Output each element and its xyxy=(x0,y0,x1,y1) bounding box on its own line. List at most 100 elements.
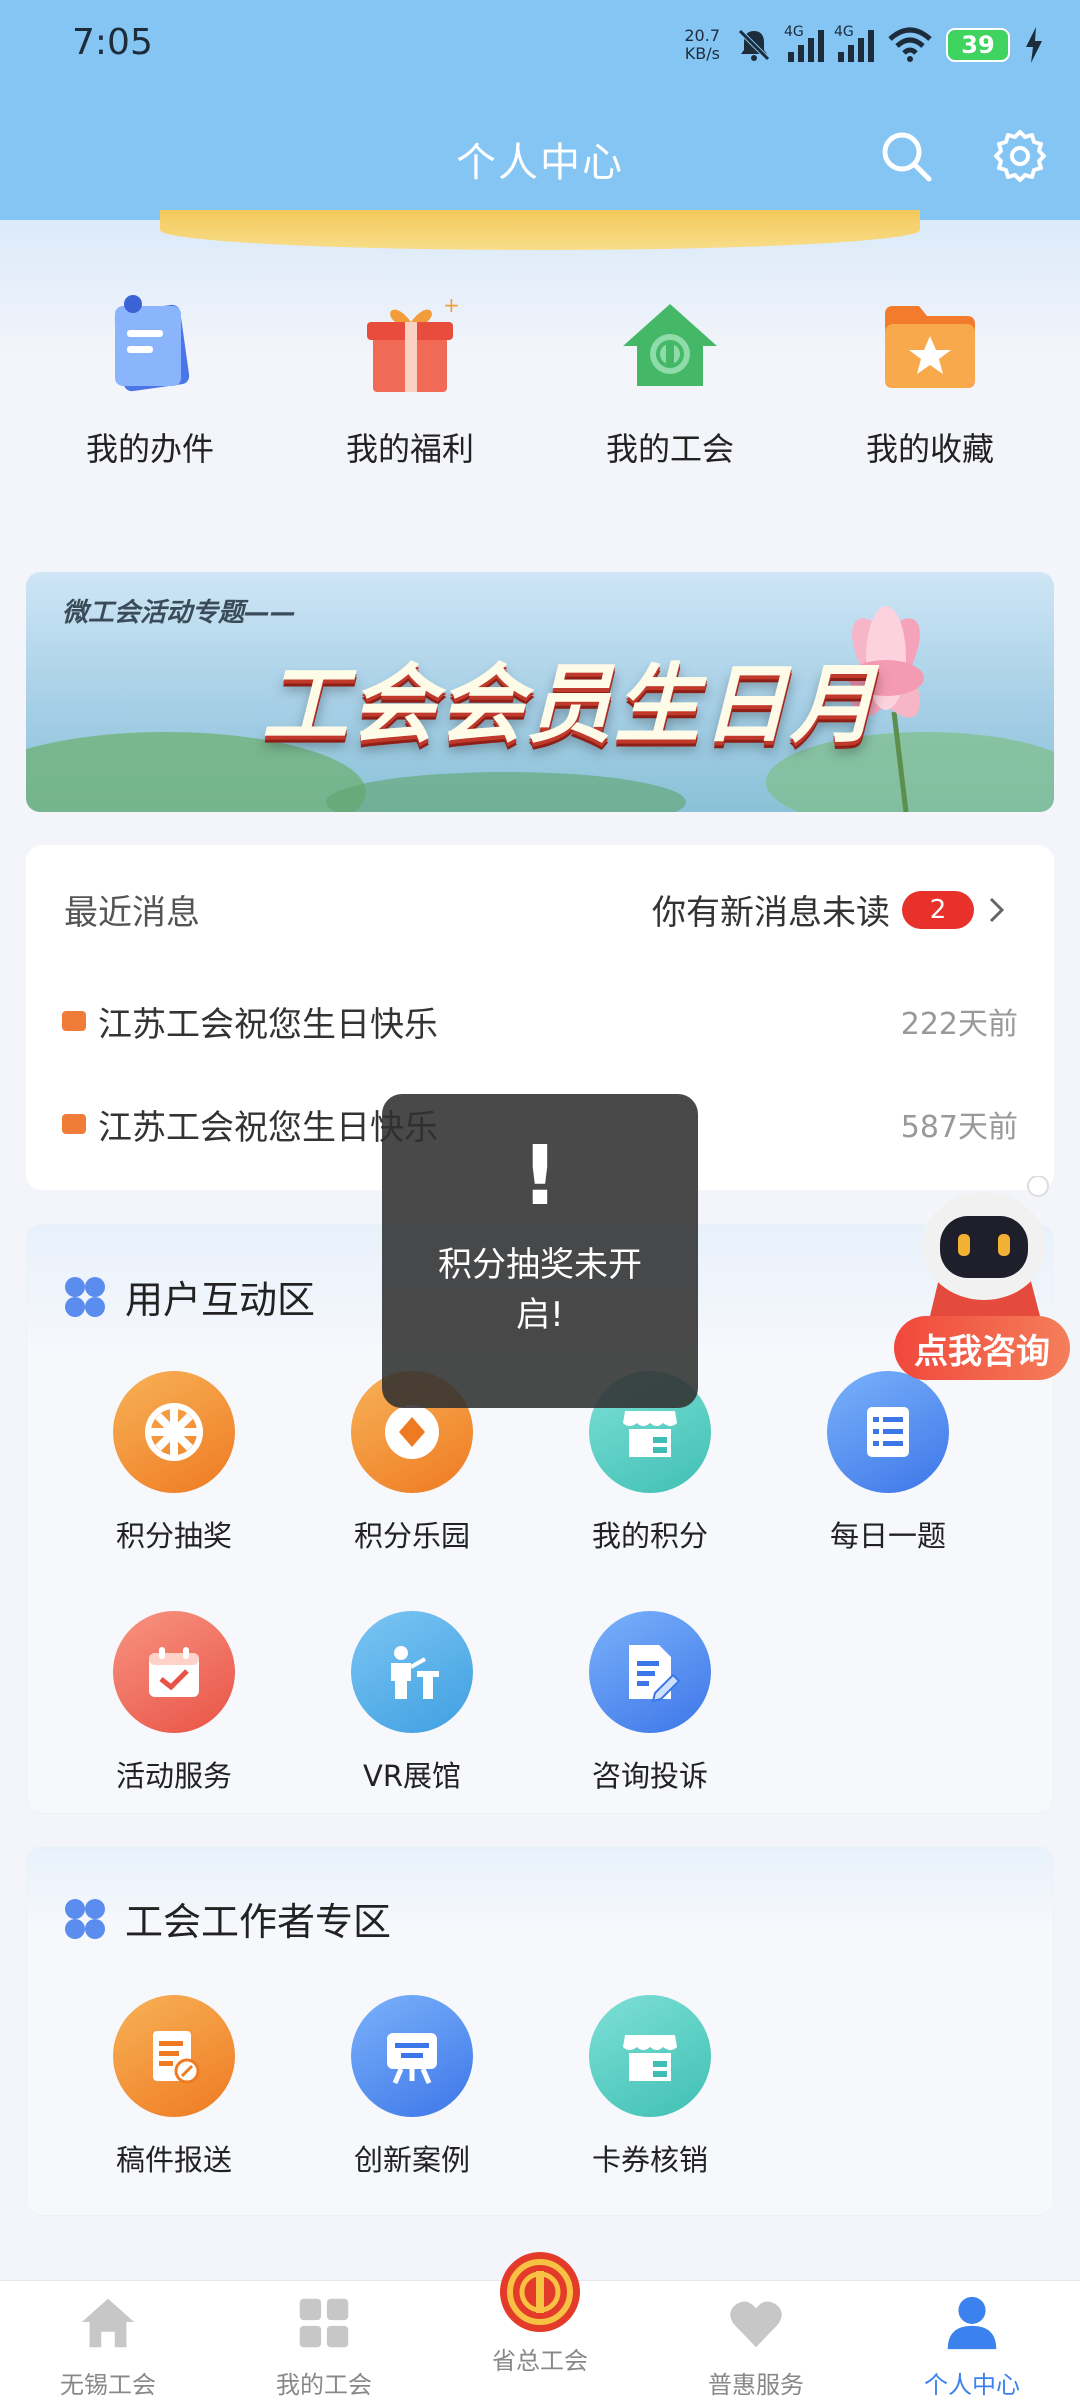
grid-item-label: 积分抽奖 xyxy=(115,1519,232,1553)
net-speed-unit: KB/s xyxy=(684,44,720,63)
unread-messages-link[interactable]: 你有新消息未读 2 xyxy=(652,885,1008,934)
nav-item-benefit-service[interactable]: 普惠服务 xyxy=(648,2281,864,2400)
grid-item-label: 活动服务 xyxy=(115,1759,232,1793)
banner-title: 工会会员生日月 xyxy=(262,655,878,755)
case-board-icon xyxy=(351,1995,473,2117)
nav-label: 我的工会 xyxy=(276,2371,372,2399)
bottom-nav: 无锡工会 我的工会 省总工会 普惠服务 个人中心 xyxy=(0,2252,1080,2400)
signal-icon-2: 4G xyxy=(834,24,874,62)
person-icon xyxy=(947,2296,997,2350)
grid-item-label: 卡券核销 xyxy=(591,2143,708,2177)
signal-icon-1: 4G xyxy=(784,24,824,62)
quick-item-label: 我的办件 xyxy=(85,430,214,468)
union-worker-grid: 稿件报送 创新案例 卡券核销 xyxy=(27,1995,1055,2179)
union-emblem-icon xyxy=(500,2252,580,2332)
calendar-check-icon xyxy=(113,1611,235,1733)
wheel-icon xyxy=(113,1371,235,1493)
message-time: 222天前 xyxy=(900,1007,1018,1042)
grid-item-label: VR展馆 xyxy=(363,1759,461,1793)
search-icon[interactable] xyxy=(878,128,934,184)
nav-item-wuxi-union[interactable]: 无锡工会 xyxy=(0,2281,216,2400)
message-item[interactable]: 江苏工会祝您生日快乐 222天前 xyxy=(62,991,1018,1051)
innovation-case-button[interactable]: 创新案例 xyxy=(293,1995,531,2179)
activity-service-button[interactable]: 活动服务 xyxy=(55,1611,293,1795)
quick-item-my-union[interactable]: 我的工会 xyxy=(550,290,790,470)
message-icon xyxy=(62,1011,86,1031)
quick-item-label: 我的工会 xyxy=(605,430,734,468)
messages-heading: 最近消息 xyxy=(64,893,200,933)
home-icon xyxy=(81,2298,135,2348)
message-title: 江苏工会祝您生日快乐 xyxy=(98,1004,438,1045)
network-type-2: 4G xyxy=(834,24,854,40)
unread-text: 你有新消息未读 xyxy=(652,893,890,933)
daily-question-button[interactable]: 每日一题 xyxy=(769,1371,1007,1555)
quick-item-my-welfare[interactable]: + 我的福利 xyxy=(290,290,530,470)
grid-item-label: 稿件报送 xyxy=(115,2143,232,2177)
consult-complaint-button[interactable]: 咨询投诉 xyxy=(531,1611,769,1795)
net-speed-value: 20.7 xyxy=(684,26,720,45)
exhibit-icon xyxy=(351,1611,473,1733)
network-speed: 20.7 KB/s xyxy=(684,27,720,63)
shop-icon xyxy=(589,1995,711,2117)
points-lottery-button[interactable]: 积分抽奖 xyxy=(55,1371,293,1555)
mute-bell-icon xyxy=(738,29,770,61)
grid-icon xyxy=(299,2298,349,2348)
gear-icon[interactable] xyxy=(992,128,1048,184)
svg-text:+: + xyxy=(443,293,460,317)
nav-item-personal-center[interactable]: 个人中心 xyxy=(864,2281,1080,2400)
heart-icon xyxy=(730,2301,782,2348)
grid-item-label: 我的积分 xyxy=(591,1519,708,1553)
nav-item-my-union[interactable]: 我的工会 xyxy=(216,2281,432,2400)
status-icons: 20.7 KB/s 4G 4G 39 xyxy=(684,20,1044,70)
nav-label: 普惠服务 xyxy=(708,2371,804,2399)
vr-exhibition-button[interactable]: VR展馆 xyxy=(293,1611,531,1795)
unread-count-badge: 2 xyxy=(902,890,974,929)
consult-bot-button[interactable]: 点我咨询 xyxy=(894,1176,1074,1396)
clover-icon xyxy=(65,1276,105,1317)
edit-document-icon xyxy=(589,1611,711,1733)
gift-icon: + xyxy=(367,293,460,392)
coupon-redeem-button[interactable]: 卡券核销 xyxy=(531,1995,769,2179)
battery-indicator: 39 xyxy=(946,28,1010,62)
section-title-text: 工会工作者专区 xyxy=(125,1900,392,1944)
network-type-1: 4G xyxy=(784,24,804,40)
wifi-icon xyxy=(888,27,932,62)
quick-item-label: 我的福利 xyxy=(345,430,474,468)
document-icon xyxy=(114,295,190,392)
chevron-right-icon xyxy=(989,897,1005,922)
header: 7:05 20.7 KB/s 4G 4G 39 个人中心 xyxy=(0,0,1080,220)
nav-label: 省总工会 xyxy=(492,2347,588,2375)
user-interaction-grid: 积分抽奖 积分乐园 我的积分 每日一题 活动服务 VR展馆 咨询投诉 xyxy=(27,1371,1055,1795)
message-icon xyxy=(62,1114,86,1134)
charging-icon xyxy=(1026,27,1042,63)
grid-item-label: 创新案例 xyxy=(353,2143,470,2177)
nav-label: 无锡工会 xyxy=(60,2371,156,2399)
section-title: 工会工作者专区 xyxy=(63,1891,391,1946)
quick-item-my-favorites[interactable]: 我的收藏 xyxy=(810,290,1050,470)
nav-item-provincial-union[interactable]: 省总工会 xyxy=(432,2252,648,2400)
status-time: 7:05 xyxy=(72,22,153,63)
manuscript-submit-button[interactable]: 稿件报送 xyxy=(55,1995,293,2179)
status-bar: 7:05 20.7 KB/s 4G 4G 39 xyxy=(0,0,1080,90)
consult-bot-label: 点我咨询 xyxy=(894,1316,1070,1380)
activity-banner[interactable]: 微工会活动专题—— 工会会员生日月 xyxy=(26,572,1054,812)
submit-document-icon xyxy=(113,1995,235,2117)
robot-icon xyxy=(922,1176,1049,1316)
union-worker-section: 工会工作者专区 稿件报送 创新案例 卡券核销 xyxy=(26,1846,1054,2216)
clover-icon xyxy=(65,1898,105,1939)
nav-label: 个人中心 xyxy=(924,2371,1020,2399)
star-folder-icon xyxy=(885,306,975,388)
grid-item-label: 咨询投诉 xyxy=(591,1759,708,1793)
message-time: 587天前 xyxy=(900,1110,1018,1145)
toast-text: 积分抽奖未开启! xyxy=(438,1245,642,1335)
quick-item-label: 我的收藏 xyxy=(865,430,994,468)
header-gold-arc xyxy=(160,210,920,250)
banner-subtitle: 微工会活动专题—— xyxy=(62,598,297,628)
grid-item-label: 积分乐园 xyxy=(353,1519,470,1553)
quick-item-my-cases[interactable]: 我的办件 xyxy=(30,290,270,470)
union-house-icon xyxy=(623,304,717,386)
section-title-text: 用户互动区 xyxy=(125,1278,316,1322)
section-title: 用户互动区 xyxy=(63,1269,315,1324)
toast-message: ! 积分抽奖未开启! xyxy=(382,1094,698,1408)
grid-item-label: 每日一题 xyxy=(829,1519,946,1553)
